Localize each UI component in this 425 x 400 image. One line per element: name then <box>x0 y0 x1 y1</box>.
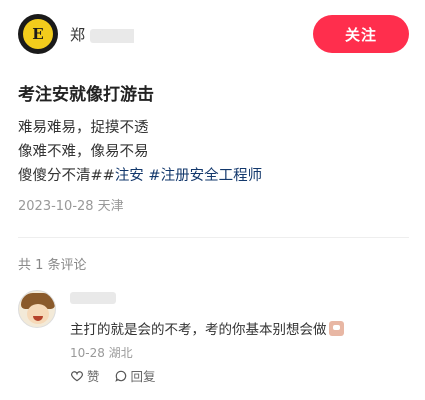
comment-text: 主打的就是会的不考，考的你基本别想会做 <box>70 318 344 338</box>
post-body-line: 像难不难，像易不易 <box>18 144 149 160</box>
hashtag-link[interactable]: 注安 <box>115 168 144 184</box>
hashtag-link[interactable]: #注册安全工程师 <box>148 168 262 184</box>
commenter-name-blurred[interactable] <box>70 292 116 304</box>
emoji-icon <box>328 321 344 336</box>
comment-meta: 10-28 湖北 <box>70 346 133 360</box>
comment-actions: 赞 回复 <box>70 366 156 385</box>
username-blurred <box>89 28 134 43</box>
reply-button[interactable]: 回复 <box>114 366 156 385</box>
avatar-face <box>27 304 49 324</box>
comment-text-content: 主打的就是会的不考，考的你基本别想会做 <box>70 322 327 338</box>
like-label: 赞 <box>87 369 100 384</box>
post-title: 考注安就像打游击 <box>18 85 154 105</box>
speech-bubble-icon <box>114 370 126 382</box>
follow-button[interactable]: 关注 <box>313 15 409 53</box>
post-body-line: 难易难易，捉摸不透 <box>18 120 149 136</box>
heart-outline-icon <box>71 370 83 381</box>
post-body: 难易难易，捉摸不透 像难不难，像易不易 傻傻分不清##注安 #注册安全工程师 <box>18 116 262 188</box>
post-body-line-tags: 傻傻分不清##注安 #注册安全工程师 <box>18 164 262 188</box>
comment-count: 共 1 条评论 <box>18 258 87 273</box>
reply-label: 回复 <box>130 369 156 384</box>
username-visible-char: 郑 <box>70 26 86 44</box>
post-meta: 2023-10-28 天津 <box>18 199 124 214</box>
team-badge-icon: E <box>21 17 55 51</box>
author-avatar[interactable]: E <box>18 14 58 54</box>
post-body-text: 傻傻分不清## <box>18 168 115 184</box>
post-header: E 郑 关注 <box>0 0 425 70</box>
commenter-avatar[interactable] <box>18 290 56 328</box>
divider <box>18 237 409 238</box>
comment-item: 主打的就是会的不考，考的你基本别想会做 10-28 湖北 赞 回复 <box>18 290 409 390</box>
like-button[interactable]: 赞 <box>70 366 100 385</box>
author-username[interactable]: 郑 <box>70 24 134 44</box>
